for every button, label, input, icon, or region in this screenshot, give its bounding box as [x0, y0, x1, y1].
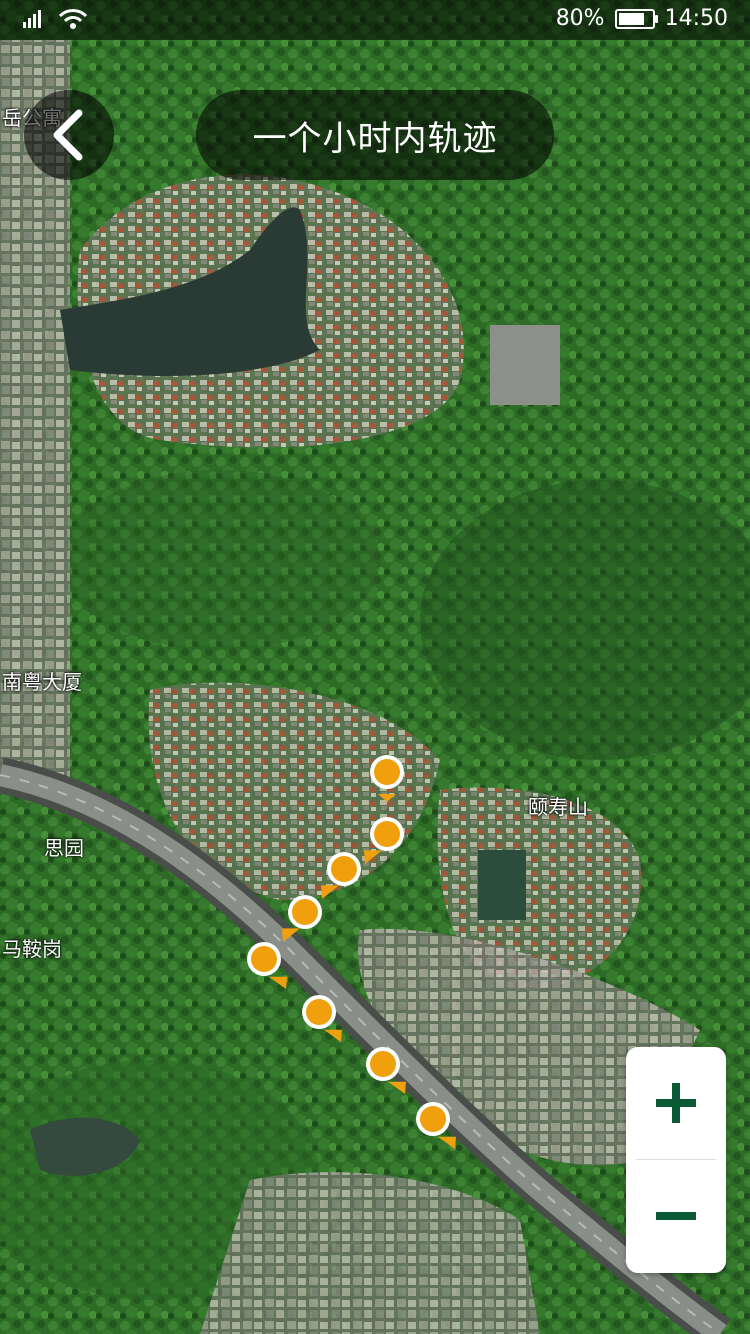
back-button[interactable]	[24, 90, 114, 180]
page-title-text: 一个小时内轨迹	[252, 118, 498, 159]
minus-icon	[656, 1212, 696, 1220]
plus-icon	[656, 1083, 696, 1123]
place-label-yishoushan: 颐寿山	[528, 795, 588, 819]
zoom-controls	[626, 1047, 726, 1273]
place-label-siyuan: 思园	[44, 836, 84, 860]
page-title: 一个小时内轨迹	[196, 90, 554, 180]
battery-percentage: 80%	[555, 6, 605, 31]
battery-icon	[614, 8, 658, 29]
place-label-majiagang: 马鞍岗	[2, 937, 62, 961]
status-bar: 80% 14:50	[0, 0, 750, 40]
signal-icon	[23, 10, 41, 28]
zoom-out-button[interactable]	[626, 1160, 726, 1272]
clock-time: 14:50	[664, 6, 728, 31]
chevron-left-icon	[53, 109, 83, 161]
place-label-building: 南粤大厦	[2, 670, 82, 694]
wifi-icon	[58, 9, 88, 29]
map-screen: 岳公寓 南粤大厦 思园 马鞍岗 颐寿山 80% 14:50	[0, 0, 750, 1334]
zoom-in-button[interactable]	[626, 1047, 726, 1159]
